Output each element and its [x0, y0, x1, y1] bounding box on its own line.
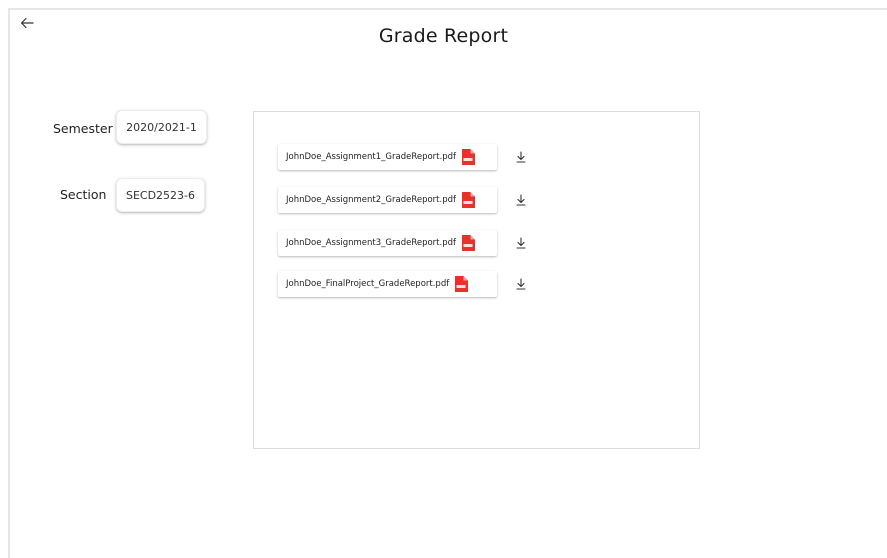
download-button[interactable] [514, 235, 528, 251]
file-name: JohnDoe_FinalProject_GradeReport.pdf [286, 279, 450, 289]
pdf-icon [462, 192, 475, 208]
file-item-final-project[interactable]: JohnDoe_FinalProject_GradeReport.pdf [278, 271, 497, 297]
section-select[interactable]: SECD2523-6 [116, 178, 205, 212]
page-title: Grade Report [378, 25, 509, 47]
list-item: JohnDoe_Assignment2_GradeReport.pdf [278, 187, 526, 215]
semester-select[interactable]: 2020/2021-1 [116, 110, 207, 144]
semester-label: Semester [53, 121, 113, 136]
list-item: JohnDoe_Assignment3_GradeReport.pdf [278, 230, 526, 258]
file-name: JohnDoe_Assignment2_GradeReport.pdf [286, 195, 456, 205]
pdf-icon [455, 276, 469, 292]
file-name: JohnDoe_Assignment3_GradeReport.pdf [286, 238, 456, 248]
download-icon [516, 194, 526, 206]
file-name: JohnDoe_Assignment1_GradeReport.pdf [286, 152, 456, 162]
list-item: JohnDoe_Assignment1_GradeReport.pdf [278, 144, 526, 172]
pdf-icon [462, 235, 475, 251]
file-item-assignment3[interactable]: JohnDoe_Assignment3_GradeReport.pdf [278, 230, 497, 256]
download-button[interactable] [514, 276, 528, 292]
list-item: JohnDoe_FinalProject_GradeReport.pdf [278, 271, 526, 299]
download-icon [516, 237, 526, 249]
file-item-assignment1[interactable]: JohnDoe_Assignment1_GradeReport.pdf [278, 144, 497, 170]
download-icon [516, 151, 526, 163]
download-icon [516, 278, 526, 290]
pdf-icon [462, 149, 475, 165]
download-button[interactable] [514, 149, 528, 165]
download-button[interactable] [514, 192, 528, 208]
section-label: Section [60, 187, 107, 202]
file-item-assignment2[interactable]: JohnDoe_Assignment2_GradeReport.pdf [278, 187, 497, 213]
